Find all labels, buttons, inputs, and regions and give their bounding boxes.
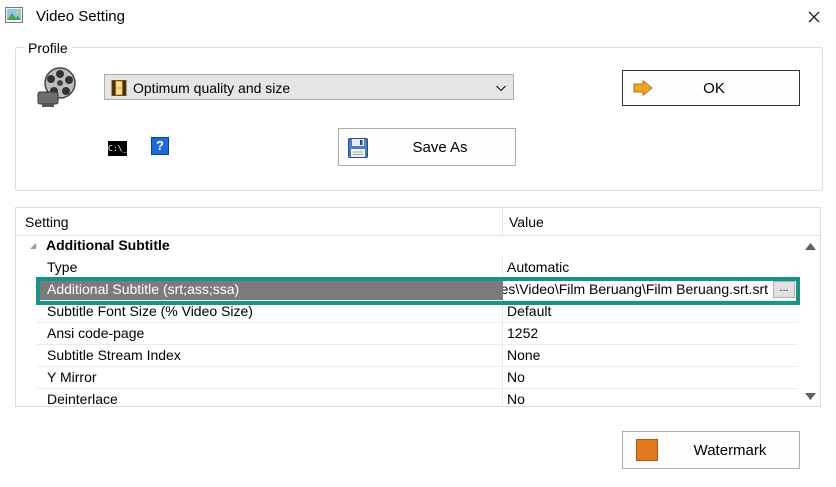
watermark-button-label: Watermark	[693, 442, 767, 459]
settings-grid: Setting Value ◢ Additional Subtitle Type…	[15, 207, 821, 407]
picture-icon	[5, 7, 23, 23]
value-divider	[502, 345, 503, 367]
setting-name: Type	[47, 259, 78, 275]
column-header-value[interactable]: Value	[509, 214, 544, 230]
profile-dropdown-value: Optimum quality and size	[133, 80, 291, 96]
grid-row-ansi-code-page[interactable]: Ansi code-page 1252	[36, 323, 798, 345]
collapse-triangle-icon[interactable]: ◢	[30, 241, 36, 250]
focus-highlight	[36, 277, 800, 305]
film-strip-icon	[111, 80, 127, 99]
column-header-setting[interactable]: Setting	[25, 214, 69, 230]
setting-name: Y Mirror	[47, 369, 97, 385]
save-as-button[interactable]: Save As	[338, 128, 516, 166]
setting-value[interactable]: 1252	[507, 325, 538, 341]
value-divider	[502, 367, 503, 389]
grid-row-deinterlace[interactable]: Deinterlace No	[36, 389, 798, 407]
value-divider	[502, 389, 503, 406]
scroll-down-icon[interactable]	[803, 390, 817, 402]
value-divider	[502, 323, 503, 345]
chevron-down-icon	[495, 81, 507, 97]
ok-button-label: OK	[703, 80, 725, 97]
setting-name: Subtitle Stream Index	[47, 347, 181, 363]
ok-button[interactable]: OK	[622, 70, 800, 106]
setting-name: Ansi code-page	[47, 325, 145, 341]
setting-value[interactable]: None	[507, 347, 540, 363]
profile-dropdown[interactable]: Optimum quality and size	[104, 74, 514, 100]
category-row[interactable]: ◢ Additional Subtitle	[16, 235, 796, 257]
watermark-button[interactable]: Watermark	[622, 431, 800, 469]
close-button[interactable]	[798, 4, 830, 30]
grid-row-stream-index[interactable]: Subtitle Stream Index None	[36, 345, 798, 367]
setting-value[interactable]: Automatic	[507, 259, 569, 275]
setting-value[interactable]: Default	[507, 303, 551, 319]
profile-group-label: Profile	[24, 40, 72, 56]
window-title: Video Setting	[36, 8, 125, 25]
category-label: Additional Subtitle	[46, 237, 170, 253]
profile-group	[15, 47, 823, 191]
setting-value[interactable]: No	[507, 391, 525, 406]
grid-row-y-mirror[interactable]: Y Mirror No	[36, 367, 798, 389]
command-prompt-icon[interactable]: C:\_	[108, 141, 127, 156]
value-divider	[502, 257, 503, 279]
film-reel-icon	[36, 66, 78, 108]
setting-value[interactable]: No	[507, 369, 525, 385]
help-icon[interactable]: ?	[151, 137, 169, 155]
grid-row-type[interactable]: Type Automatic	[36, 257, 798, 279]
setting-name: Deinterlace	[47, 391, 118, 407]
close-icon	[808, 11, 820, 23]
grid-header: Setting Value	[16, 208, 820, 236]
setting-name: Subtitle Font Size (% Video Size)	[47, 303, 253, 319]
column-divider[interactable]	[502, 208, 503, 235]
scroll-up-icon[interactable]	[803, 240, 817, 252]
save-as-button-label: Save As	[412, 139, 468, 156]
title-bar	[0, 0, 836, 34]
